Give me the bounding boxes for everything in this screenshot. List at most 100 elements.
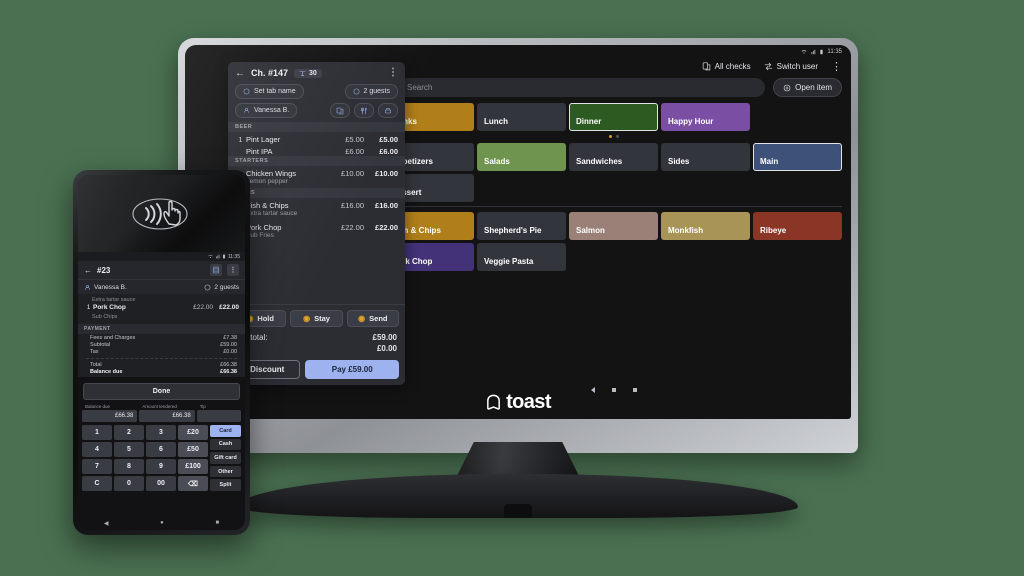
seat-check-button[interactable] <box>354 103 374 118</box>
check-overflow-button[interactable]: ⋮ <box>388 68 398 78</box>
calculator-icon[interactable] <box>210 264 222 276</box>
menu-group-tile[interactable]: Salads <box>477 143 566 171</box>
tender-gift-card[interactable]: Gift card <box>210 452 241 464</box>
phone-glare <box>78 175 245 252</box>
printer-icon <box>385 107 391 113</box>
menu-item-tile[interactable]: Veggie Pasta <box>477 243 566 271</box>
key-00[interactable]: 00 <box>146 476 176 491</box>
back-button[interactable]: ← <box>235 68 245 79</box>
check-line-item[interactable]: Pork Chop £22.00 £22.00 <box>228 220 405 232</box>
key-0[interactable]: 0 <box>114 476 144 491</box>
menu-item-tile[interactable]: Monkfish <box>661 212 750 240</box>
terminal-status-bar: 11:35 <box>801 49 842 55</box>
set-tab-name-label: Set tab name <box>254 88 296 95</box>
terminal-overflow-button[interactable]: ⋮ <box>831 61 842 72</box>
user-icon <box>244 108 249 113</box>
page-dot[interactable] <box>632 388 637 392</box>
done-button[interactable]: Done <box>83 383 240 400</box>
open-item-button[interactable]: Open item <box>773 78 842 97</box>
check-line-item[interactable]: Pint IPA £6.00 £6.00 <box>228 144 405 156</box>
all-checks-button[interactable]: All checks <box>702 62 751 71</box>
line-name: Chicken Wings <box>246 169 297 178</box>
check-line-item[interactable]: Chicken Wings £10.00 £10.00 <box>228 166 405 178</box>
key-2[interactable]: 2 <box>114 425 144 440</box>
action-stay-button[interactable]: ◉ Stay <box>290 310 343 327</box>
menu-group-tile[interactable]: Sides <box>661 143 750 171</box>
menu-pager[interactable] <box>385 132 842 141</box>
print-check-button[interactable] <box>378 103 398 118</box>
check-line-item[interactable]: 1 Pint Lager £5.00 £5.00 <box>228 132 405 144</box>
phone-back-button[interactable]: ← <box>84 266 92 275</box>
switch-user-button[interactable]: Switch user <box>764 62 818 71</box>
check-action-row: ◉Hold◉Stay◉Send <box>228 304 405 332</box>
tender-other[interactable]: Other <box>210 465 241 478</box>
server-name: Vanessa B. <box>254 107 290 114</box>
tender-card[interactable]: Card <box>210 425 241 437</box>
set-tab-name-button[interactable]: Set tab name <box>235 84 304 99</box>
screen-pagination[interactable] <box>385 387 842 393</box>
menu-item-tile[interactable]: Ribeye <box>753 212 842 240</box>
line-modifier: Sub Fries <box>246 232 274 239</box>
key-⌫[interactable]: ⌫ <box>178 476 208 491</box>
key-quick20[interactable]: £20 <box>178 425 208 440</box>
key-1[interactable]: 1 <box>82 425 112 440</box>
amount-input[interactable]: £66.38 <box>82 410 138 422</box>
check-tab-row: Set tab name 2 guests <box>228 84 405 103</box>
pay-button[interactable]: Pay £59.00 <box>305 360 399 379</box>
phone-guest-row[interactable]: Vanessa B. 2 guests <box>78 279 245 294</box>
pager-dot[interactable] <box>615 135 619 138</box>
user-icon <box>85 284 90 290</box>
key-quick50[interactable]: £50 <box>178 442 208 457</box>
table-badge[interactable]: 30 <box>294 68 322 78</box>
copy-check-button[interactable] <box>330 103 350 118</box>
check-items-list[interactable]: BEER 1 Pint Lager £5.00 £5.00 Pint IPA £6.00 £6… <box>228 122 405 304</box>
guests-icon <box>205 284 211 290</box>
check-line-item[interactable]: Fish & Chips £16.00 £16.00 <box>228 198 405 210</box>
menu-group-tile[interactable]: Main <box>753 143 842 171</box>
menu-tab[interactable]: Lunch <box>477 103 566 131</box>
line-qty: 1 <box>238 137 243 144</box>
phone-items-list[interactable]: Extra tartar sauce 1 Pork Chop £22.00 £22.00… <box>78 294 245 377</box>
amount-input[interactable] <box>196 410 241 422</box>
line-price: £22.00 <box>341 223 364 232</box>
menu-item-tile[interactable]: Salmon <box>569 212 658 240</box>
phone-line-item[interactable]: 1 Pork Chop £22.00 £22.00 <box>78 304 245 311</box>
page-dot[interactable] <box>611 388 616 392</box>
android-nav-bar[interactable]: ◀ ● ■ <box>78 516 245 530</box>
menu-group-grid: Appetizers Salads Sandwiches Sides Main Desse… <box>385 143 842 202</box>
key-8[interactable]: 8 <box>114 459 144 474</box>
menu-group-tile[interactable]: Sandwiches <box>569 143 658 171</box>
pager-dot[interactable] <box>608 135 612 138</box>
nav-home[interactable]: ● <box>160 520 164 526</box>
table-number: 30 <box>309 69 317 77</box>
line-name: Fish & Chips <box>246 201 289 210</box>
key-4[interactable]: 4 <box>82 442 112 457</box>
amount-field: Tip <box>196 404 241 422</box>
key-5[interactable]: 5 <box>114 442 144 457</box>
payment-divider <box>86 358 237 359</box>
nav-recents[interactable]: ■ <box>216 520 220 526</box>
nav-back[interactable]: ◀ <box>104 520 109 527</box>
check-pay-row: Discount Pay £59.00 <box>228 357 405 385</box>
menu-pane: DrinksLunchDinnerHappy Hour AppetizersSa… <box>385 103 842 379</box>
menu-tab[interactable]: Happy Hour <box>661 103 750 131</box>
tender-cash[interactable]: Cash <box>210 438 241 451</box>
phone-overflow-button[interactable]: ⋮ <box>227 264 239 276</box>
key-6[interactable]: 6 <box>146 442 176 457</box>
menu-item-tile[interactable]: Shepherd's Pie <box>477 212 566 240</box>
tender-split[interactable]: Split <box>210 479 241 491</box>
line-modifier: Extra tartar sauce <box>246 210 298 217</box>
action-send-button[interactable]: ◉ Send <box>346 310 399 327</box>
amount-input[interactable]: £66.38 <box>139 410 195 422</box>
key-9[interactable]: 9 <box>146 459 176 474</box>
guest-count-button[interactable]: 2 guests <box>344 84 398 99</box>
key-C[interactable]: C <box>82 476 112 491</box>
key-quick100[interactable]: £100 <box>178 459 208 474</box>
page-prev-arrow[interactable] <box>590 387 595 393</box>
key-3[interactable]: 3 <box>146 425 176 440</box>
search-input[interactable]: Search <box>385 78 766 97</box>
line-name: Pork Chop <box>246 223 282 232</box>
server-button[interactable]: Vanessa B. <box>235 103 298 118</box>
menu-tab[interactable]: Dinner <box>569 103 658 131</box>
key-7[interactable]: 7 <box>82 459 112 474</box>
